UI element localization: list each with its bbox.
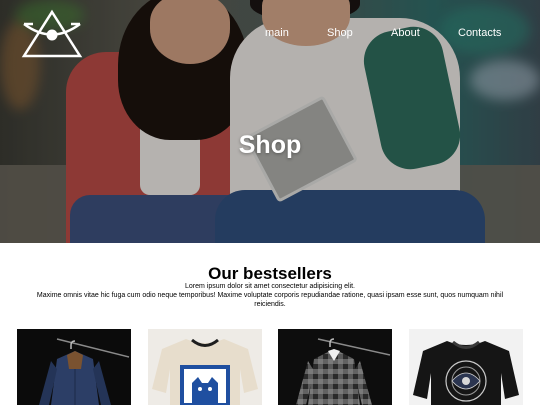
plaid-shirt-image [296,338,391,405]
product-grid [0,329,540,405]
cat-sweatshirt-image [152,338,258,405]
product-card-cat-sweatshirt[interactable] [148,329,262,405]
denim-jacket-image [39,338,130,405]
main-navigation: main Shop About Contacts [0,27,540,41]
black-graphic-sweatshirt-image [413,340,519,405]
product-card-plaid-shirt[interactable] [278,329,392,405]
bestsellers-description: Maxime omnis vitae hic fuga cum odio neq… [36,292,504,308]
nav-link-main[interactable]: main [265,27,289,39]
product-card-denim-jacket[interactable] [17,329,131,405]
hero-banner: main Shop About Contacts Shop [0,0,540,243]
bestsellers-title: Our bestsellers [208,264,332,283]
nav-link-shop[interactable]: Shop [327,27,353,39]
nav-link-about[interactable]: About [391,27,420,39]
bestsellers-subtitle: Lorem ipsum dolor sit amet consectetur a… [184,283,356,290]
product-card-black-sweatshirt[interactable] [409,329,523,405]
nav-link-contacts[interactable]: Contacts [458,27,501,39]
hero-title: Shop [238,131,302,159]
